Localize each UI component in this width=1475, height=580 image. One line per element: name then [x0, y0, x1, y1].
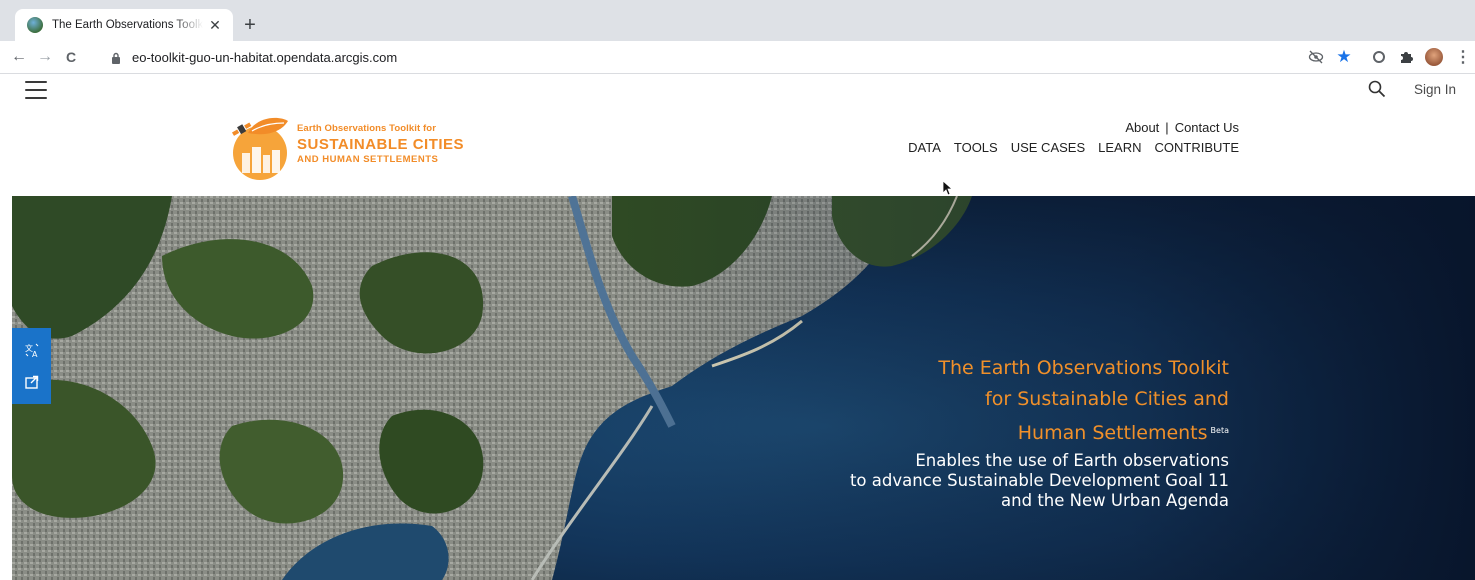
- search-icon[interactable]: [1368, 80, 1386, 98]
- satellite-image: [12, 196, 1475, 580]
- browser-toolbar: ← → C eo-toolkit-guo-un-habitat.opendata…: [0, 41, 1475, 74]
- logo-mark-icon: [232, 117, 288, 180]
- close-tab-icon[interactable]: ✕: [207, 17, 223, 33]
- utility-links: About | Contact Us: [1125, 120, 1239, 135]
- hero-title-line-1: The Earth Observations Toolkit: [938, 357, 1229, 379]
- nav-learn[interactable]: LEARN: [1098, 140, 1141, 155]
- eye-off-icon[interactable]: [1307, 48, 1325, 66]
- forward-button[interactable]: →: [34, 46, 56, 68]
- main-nav: DATA TOOLS USE CASES LEARN CONTRIBUTE: [908, 140, 1239, 155]
- kebab-menu-icon[interactable]: ⋮: [1454, 48, 1472, 66]
- hero-title-line-3: Human Settlements Beta: [850, 415, 1229, 449]
- logo-line-1: Earth Observations Toolkit for: [297, 123, 437, 134]
- nav-tools[interactable]: TOOLS: [954, 140, 998, 155]
- lock-icon: [110, 51, 122, 65]
- link-divider: |: [1165, 120, 1169, 135]
- side-toolbar: 文A: [12, 328, 51, 404]
- about-link[interactable]: About: [1125, 120, 1159, 135]
- hero-text: The Earth Observations Toolkit for Susta…: [850, 353, 1229, 511]
- hero-title-text: Human Settlements: [1017, 422, 1208, 444]
- site-header: Sign In Earth Observations Toolkit for S…: [0, 75, 1475, 196]
- site-logo[interactable]: Earth Observations Toolkit for SUSTAINAB…: [226, 115, 471, 181]
- sign-in-link[interactable]: Sign In: [1414, 82, 1456, 97]
- reload-button[interactable]: C: [60, 46, 82, 68]
- hero-banner: [12, 196, 1475, 580]
- nav-contribute[interactable]: CONTRIBUTE: [1155, 140, 1240, 155]
- profile-avatar[interactable]: [1425, 48, 1443, 66]
- back-button[interactable]: ←: [8, 46, 30, 68]
- logo-line-3: AND HUMAN SETTLEMENTS: [297, 154, 439, 165]
- star-icon[interactable]: ★: [1335, 47, 1353, 66]
- hero-subtitle-line-3: and the New Urban Agenda: [1001, 491, 1229, 510]
- nav-data[interactable]: DATA: [908, 140, 941, 155]
- hamburger-icon[interactable]: [25, 81, 47, 99]
- browser-tab[interactable]: The Earth Observations Toolkit ✕: [15, 9, 233, 41]
- translate-icon[interactable]: 文A: [23, 341, 41, 359]
- url-text: eo-toolkit-guo-un-habitat.opendata.arcgi…: [132, 50, 398, 65]
- beta-badge: Beta: [1210, 426, 1229, 435]
- tab-title: The Earth Observations Toolkit: [52, 19, 203, 31]
- contact-us-link[interactable]: Contact Us: [1175, 120, 1239, 135]
- svg-text:A: A: [32, 350, 38, 358]
- puzzle-icon[interactable]: [1397, 48, 1415, 66]
- hero-subtitle-line-1: Enables the use of Earth observations: [915, 451, 1229, 470]
- new-tab-button[interactable]: +: [238, 14, 262, 38]
- address-bar[interactable]: eo-toolkit-guo-un-habitat.opendata.arcgi…: [110, 45, 1440, 70]
- circle-extension-icon[interactable]: [1370, 48, 1388, 66]
- share-icon[interactable]: [23, 373, 41, 391]
- mouse-cursor-icon: [942, 180, 952, 196]
- logo-line-2: SUSTAINABLE CITIES: [297, 136, 465, 153]
- hero-subtitle-line-2: to advance Sustainable Development Goal …: [849, 471, 1229, 490]
- hero-title-line-2: for Sustainable Cities and: [985, 388, 1229, 410]
- nav-use-cases[interactable]: USE CASES: [1011, 140, 1085, 155]
- globe-favicon-icon: [27, 17, 43, 33]
- browser-tab-bar: The Earth Observations Toolkit ✕ +: [0, 0, 1475, 41]
